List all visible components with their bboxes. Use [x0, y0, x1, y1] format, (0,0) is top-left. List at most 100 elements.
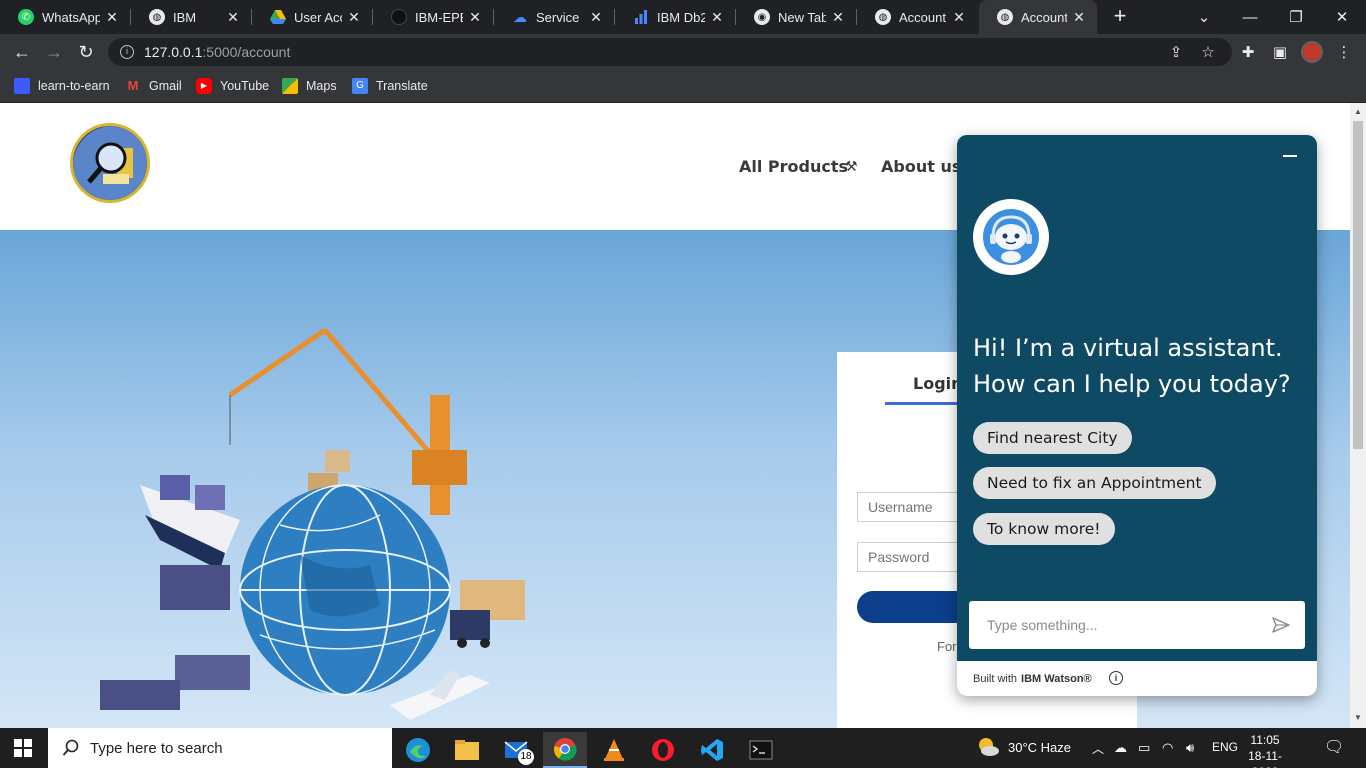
url-host: 127.0.0.1: [144, 44, 203, 60]
site-info-icon[interactable]: i: [120, 45, 134, 59]
tab-label: WhatsApp: [42, 9, 100, 25]
bookmark-star-icon[interactable]: ☆: [1198, 42, 1218, 62]
tab-account-1[interactable]: ◍ Account - ✕: [857, 0, 977, 34]
close-icon[interactable]: ✕: [342, 9, 366, 26]
tab-ibm[interactable]: ◍ IBM ✕: [131, 0, 251, 34]
terminal-app-icon[interactable]: [739, 732, 783, 768]
close-icon[interactable]: ✕: [100, 9, 124, 26]
minimize-button[interactable]: —: [1227, 0, 1273, 34]
tab-label: User Accep: [294, 9, 342, 25]
edge-app-icon[interactable]: [396, 732, 440, 768]
tab-github[interactable]: IBM-EPBL/ ✕: [373, 0, 493, 34]
search-placeholder: Type here to search: [90, 739, 223, 757]
mail-app-icon[interactable]: 18: [494, 732, 538, 768]
tab-label: IBM-EPBL/: [415, 9, 463, 25]
forward-arrow-icon[interactable]: →: [42, 40, 66, 64]
bookmark-youtube[interactable]: ▶ YouTube: [196, 77, 269, 95]
weather-text[interactable]: 30°C Haze: [1008, 740, 1071, 755]
globe-icon: ◍: [149, 9, 165, 25]
tab-label: New Tab: [778, 9, 826, 25]
taskbar-search-box[interactable]: Type here to search: [48, 728, 392, 768]
notifications-icon[interactable]: 🗨︎: [1324, 737, 1344, 757]
bookmark-learn-to-earn[interactable]: learn-to-earn: [14, 77, 110, 95]
close-icon[interactable]: ✕: [584, 9, 608, 26]
chat-message-input[interactable]: [969, 601, 1259, 649]
tab-label: Account -: [1021, 9, 1067, 25]
vlc-app-icon[interactable]: [592, 732, 636, 768]
github-icon: [391, 9, 407, 25]
close-icon[interactable]: ✕: [947, 9, 971, 26]
option-fix-appointment[interactable]: Need to fix an Appointment: [973, 467, 1216, 499]
tab-label: Service De: [536, 9, 584, 25]
close-icon[interactable]: ✕: [705, 9, 729, 26]
side-panel-icon[interactable]: ▣: [1270, 42, 1290, 62]
login-tab[interactable]: Login: [913, 374, 963, 393]
windows-taskbar: Type here to search 18 30°C Haze ︿ ☁ ▭ ◠…: [0, 728, 1366, 768]
site-logo[interactable]: [70, 123, 150, 203]
nav-all-products[interactable]: All Products: [739, 157, 848, 176]
chrome-icon: ◉: [754, 9, 770, 25]
show-hidden-icons-chevron-icon[interactable]: ︿: [1092, 740, 1104, 757]
scroll-up-arrow-icon[interactable]: ▲: [1354, 107, 1362, 116]
scrollbar-thumb[interactable]: [1353, 121, 1363, 449]
send-icon[interactable]: [1271, 615, 1291, 635]
tab-whatsapp[interactable]: ✆ WhatsApp ✕: [0, 0, 130, 34]
info-icon[interactable]: i: [1109, 671, 1123, 685]
close-icon[interactable]: ✕: [1067, 9, 1091, 26]
url-path: :5000/account: [202, 44, 291, 60]
onedrive-icon[interactable]: ☁: [1114, 740, 1127, 756]
windows-start-icon[interactable]: [14, 739, 32, 757]
window-close-button[interactable]: ✕: [1319, 0, 1365, 34]
nav-about-us[interactable]: About us: [881, 157, 961, 176]
tab-new-tab[interactable]: ◉ New Tab ✕: [736, 0, 856, 34]
menu-kebab-icon[interactable]: ⋮: [1334, 42, 1354, 62]
restore-button[interactable]: ❐: [1273, 0, 1319, 34]
taskbar-clock[interactable]: 11:05 18-11-2022: [1240, 732, 1290, 768]
google-drive-icon: [270, 9, 286, 25]
tab-ibm-db2[interactable]: IBM Db2 o ✕: [615, 0, 735, 34]
tab-search-chevron-icon[interactable]: ⌄: [1181, 0, 1227, 34]
new-tab-button[interactable]: +: [1108, 5, 1132, 29]
share-icon[interactable]: ⇪: [1166, 42, 1186, 62]
chrome-app-icon[interactable]: [543, 732, 587, 768]
whatsapp-icon: ✆: [18, 9, 34, 25]
bookmark-gmail[interactable]: M Gmail: [125, 77, 182, 95]
language-indicator[interactable]: ENG: [1212, 740, 1238, 754]
extensions-puzzle-icon[interactable]: ✚: [1238, 42, 1258, 62]
learn-to-earn-icon: [14, 78, 30, 94]
tab-account-active[interactable]: ◍ Account - ✕: [979, 0, 1097, 34]
volume-icon[interactable]: 🔊︎: [1186, 740, 1194, 756]
minimize-chat-icon[interactable]: [1283, 155, 1297, 157]
close-icon[interactable]: ✕: [463, 9, 487, 26]
file-explorer-icon[interactable]: [445, 732, 489, 768]
footer-prefix: Built with: [973, 672, 1018, 685]
bookmark-maps[interactable]: Maps: [282, 77, 337, 95]
bookmark-translate[interactable]: G Translate: [352, 77, 428, 95]
robot-headset-icon: [983, 209, 1039, 265]
wifi-icon[interactable]: ◠: [1162, 740, 1173, 756]
option-know-more[interactable]: To know more!: [973, 513, 1115, 545]
option-find-nearest-city[interactable]: Find nearest City: [973, 422, 1132, 454]
browser-tab-strip: ✆ WhatsApp ✕ ◍ IBM ✕ User Accep ✕ IBM-EP…: [0, 0, 1366, 34]
magnifier-logo-icon: [73, 126, 147, 200]
opera-app-icon[interactable]: [641, 732, 685, 768]
back-arrow-icon[interactable]: ←: [10, 40, 34, 64]
mail-badge: 18: [518, 749, 534, 765]
page-scrollbar[interactable]: ▲ ▼: [1350, 103, 1366, 728]
tab-user-acceptance[interactable]: User Accep ✕: [252, 0, 372, 34]
logistics-globe-illustration: [100, 327, 525, 720]
assistant-avatar: [973, 199, 1049, 275]
scroll-down-arrow-icon[interactable]: ▼: [1354, 713, 1362, 722]
address-bar[interactable]: i 127.0.0.1:5000/account: [108, 38, 1232, 66]
reload-icon[interactable]: ↻: [74, 40, 98, 64]
browser-toolbar: ← → ↻ i 127.0.0.1:5000/account ⇪ ☆ ✚ ▣ ⋮: [0, 34, 1366, 70]
forgot-password-link[interactable]: For: [937, 639, 957, 654]
close-icon[interactable]: ✕: [826, 9, 850, 26]
search-icon: [62, 739, 79, 756]
weather-icon[interactable]: [976, 736, 1000, 761]
battery-icon[interactable]: ▭: [1138, 740, 1150, 756]
profile-avatar[interactable]: [1301, 41, 1323, 63]
tab-service-desk[interactable]: ☁ Service De ✕: [494, 0, 614, 34]
vscode-app-icon[interactable]: [690, 732, 734, 768]
close-icon[interactable]: ✕: [221, 9, 245, 26]
